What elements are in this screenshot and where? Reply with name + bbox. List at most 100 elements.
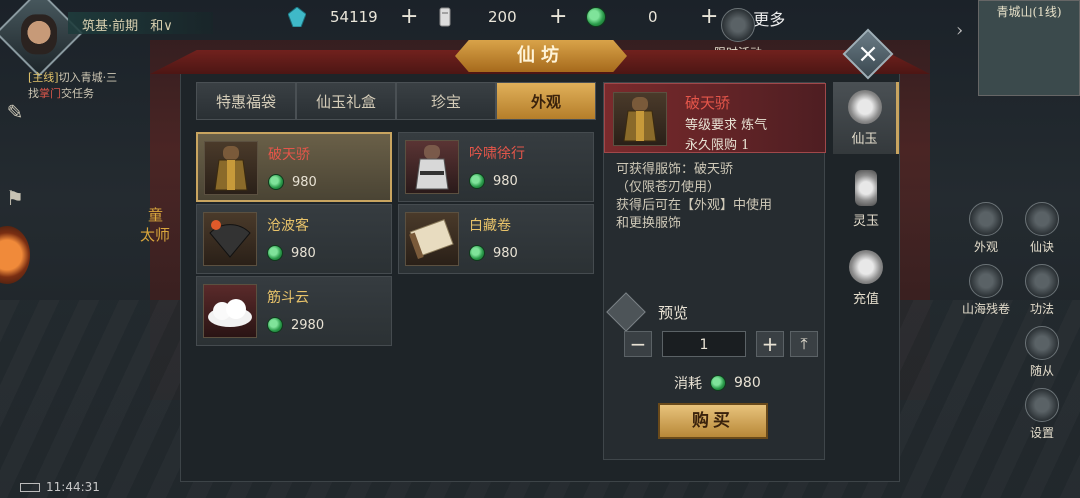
detail-limit: 永久限购 1: [685, 138, 750, 153]
world-npc-label: 童 太师: [140, 205, 170, 245]
outfit-icon: [623, 97, 657, 142]
token-icon: [439, 7, 451, 27]
quantity-stepper: − 1 + ⤒: [624, 331, 818, 357]
xianjue-button[interactable]: 仙诀: [1012, 202, 1072, 255]
item-detail-panel: 破天骄 等级要求 炼气 永久限购 1 可获得服饰：破天骄 （仅限苍刃使用） 获得…: [603, 82, 826, 460]
currency-token-value: 200: [488, 8, 517, 26]
world-text-1: 童: [148, 206, 164, 224]
item-name: 白藏卷: [469, 218, 511, 234]
minimap-title: 青城山(1线): [996, 5, 1062, 19]
outfit-icon: [415, 145, 449, 190]
appearance-label: 外观: [973, 240, 998, 254]
currency-crystal-value: 54119: [330, 8, 378, 26]
quest-tracker[interactable]: [主线]切入青城·三 找掌门交任务: [28, 70, 168, 102]
jade-icon: [268, 174, 284, 190]
token-icon: [855, 170, 877, 206]
max-button[interactable]: ⤒: [790, 331, 818, 357]
decrease-button[interactable]: −: [624, 331, 652, 357]
appearance-button[interactable]: 外观: [956, 202, 1016, 255]
pin-icon[interactable]: ✎: [2, 100, 28, 126]
quest-text-2a: 找: [28, 87, 39, 100]
item-price: 980: [268, 174, 317, 190]
currency-token: 200: [436, 6, 517, 28]
jade-icon: [710, 375, 726, 391]
cost-label: 消耗: [674, 376, 702, 392]
side-tab-recharge[interactable]: 充值: [833, 242, 899, 314]
flag-icon[interactable]: ⚑: [2, 186, 28, 212]
shop-item-card[interactable]: 沧波客 980: [196, 204, 392, 274]
gear-icon: [1025, 388, 1059, 422]
detail-header: 破天骄 等级要求 炼气 永久限购 1: [604, 83, 826, 153]
item-price: 980: [469, 245, 518, 261]
quest-text-highlight: 掌门: [39, 87, 61, 100]
increase-button[interactable]: +: [756, 331, 784, 357]
shop-item-card[interactable]: 白藏卷 980: [398, 204, 594, 274]
minimap[interactable]: 青城山(1线): [978, 0, 1080, 96]
player-extra: 和∨: [150, 19, 173, 34]
detail-requirement: 等级要求 炼气: [685, 118, 768, 133]
follower-icon: [1025, 326, 1059, 360]
collapse-arrow-icon[interactable]: ›: [956, 20, 963, 41]
event-icon: [721, 8, 755, 42]
item-price: 2980: [267, 317, 324, 333]
side-tab-label: 仙玉: [851, 132, 878, 147]
add-token-button[interactable]: +: [549, 4, 567, 29]
crystal-icon: [288, 7, 306, 27]
settings-button[interactable]: 设置: [1012, 388, 1072, 441]
skills-button[interactable]: 功法: [1012, 264, 1072, 317]
buy-button[interactable]: 购买: [658, 403, 768, 439]
side-tab-label: 灵玉: [852, 214, 879, 229]
quest-text-1: 切入青城·三: [58, 71, 118, 84]
player-rank-bar[interactable]: 筑基·前期 和∨: [68, 12, 213, 34]
quest-tag: [主线]: [28, 71, 59, 84]
currency-jade: 0: [586, 6, 658, 28]
close-icon: ×: [857, 39, 879, 69]
world-text-2: 太师: [140, 226, 171, 244]
preview-button[interactable]: 预览: [606, 292, 689, 332]
jade-icon: [469, 173, 485, 189]
jade-coin-icon: [847, 90, 882, 124]
tab-discount-bag[interactable]: 特惠福袋: [196, 82, 296, 120]
desc-line: （仅限苍刃使用）: [616, 180, 721, 195]
item-name: 沧波客: [267, 218, 309, 234]
preview-label: 预览: [658, 303, 689, 322]
side-tab-xianyu[interactable]: 仙玉: [833, 82, 899, 154]
side-tab-lingyu[interactable]: 灵玉: [833, 162, 899, 234]
jade-icon: [469, 245, 485, 261]
jade-icon: [267, 317, 283, 333]
tab-treasure[interactable]: 珍宝: [396, 82, 496, 120]
item-price: 980: [267, 245, 316, 261]
skills-icon: [1025, 264, 1059, 298]
cost-value: 980: [734, 375, 761, 391]
weapon-thumbnail: [203, 212, 257, 266]
detail-description: 可获得服饰：破天骄 （仅限苍刃使用） 获得后可在【外观】中使用 和更换服饰: [616, 161, 816, 233]
outfit-icon: [214, 146, 248, 191]
settings-label: 设置: [1029, 426, 1054, 440]
shop-item-card[interactable]: 筋斗云 2980: [196, 276, 392, 346]
add-crystal-button[interactable]: +: [400, 4, 418, 29]
quantity-input[interactable]: 1: [662, 331, 746, 357]
item-price-value: 980: [493, 173, 518, 189]
item-price-value: 980: [493, 245, 518, 261]
item-name: 筋斗云: [267, 290, 309, 306]
follower-button[interactable]: 随从: [1012, 326, 1072, 379]
player-rank: 筑基·前期: [82, 19, 139, 34]
outfit-thumbnail: [405, 140, 459, 194]
skills-label: 功法: [1029, 302, 1054, 316]
fragments-icon: [969, 264, 1003, 298]
shop-item-card[interactable]: 破天骄 980: [196, 132, 392, 202]
fragments-button[interactable]: 山海残卷: [956, 264, 1016, 317]
cloud-thumbnail: [203, 284, 257, 338]
scroll-thumbnail: [405, 212, 459, 266]
shop-item-card[interactable]: 吟啸徐行 980: [398, 132, 594, 202]
xianjue-label: 仙诀: [1029, 240, 1054, 254]
currency-side-tabs: 仙玉 灵玉 充值: [833, 82, 899, 382]
desc-line: 获得后可在【外观】中使用: [616, 198, 773, 213]
quest-text-2b: 交任务: [61, 87, 94, 100]
item-name: 破天骄: [268, 147, 310, 163]
item-name: 吟啸徐行: [469, 146, 525, 162]
tab-appearance[interactable]: 外观: [496, 82, 596, 120]
currency-jade-value: 0: [648, 8, 658, 26]
tab-jade-giftbox[interactable]: 仙玉礼盒: [296, 82, 396, 120]
cloud-icon: [208, 299, 252, 327]
